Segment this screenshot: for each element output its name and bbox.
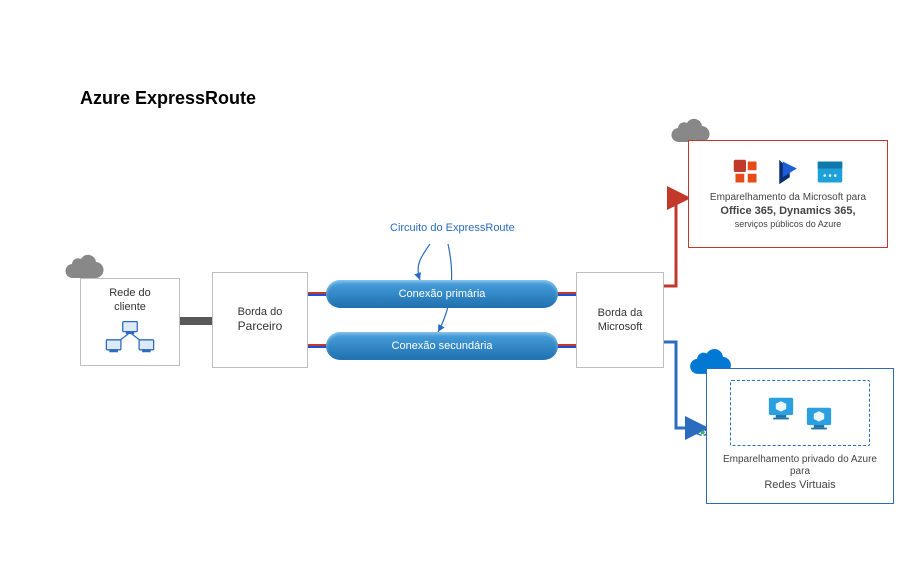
msedge-label-2: Microsoft [598,320,643,334]
ms-peering-line1: Emparelhamento da Microsoft para [704,192,872,205]
client-network-box: Rede do cliente [80,278,180,366]
partner-label-2: Parceiro [238,319,283,335]
ms-peering-line2: Office 365, Dynamics 365, [720,205,855,217]
pipe-secondary: Conexão secundária [326,332,558,360]
pipe-primary: Conexão primária [326,280,558,308]
ms-peering-line3: serviços públicos do Azure [729,219,848,230]
vm-icon [767,396,795,422]
partner-edge-box: Borda do Parceiro [212,272,308,368]
vm-icon [805,406,833,432]
az-peering-line1: Emparelhamento privado do Azure para [707,454,893,479]
diagram-canvas: Azure ExpressRoute Circuito do ExpressRo… [0,0,920,576]
circuit-label: Circuito do ExpressRoute [390,222,515,234]
client-label-2: cliente [114,300,146,314]
partner-label-1: Borda do [238,305,283,319]
dynamics-icon [774,158,802,186]
microsoft-edge-box: Borda da Microsoft [576,272,664,368]
page-title: Azure ExpressRoute [80,88,256,109]
connector-client-partner [180,317,212,325]
office-icon [732,158,760,186]
azure-private-peering-box: Emparelhamento privado do Azure para Red… [706,368,894,504]
ms-peering-icons [732,158,844,186]
browser-icon [816,158,844,186]
vnet-dashed-container [730,380,870,446]
msedge-label-1: Borda da [598,306,643,320]
az-peering-line2: Redes Virtuais [758,479,841,493]
network-icon [102,318,158,358]
microsoft-peering-box: Emparelhamento da Microsoft para Office … [688,140,888,248]
client-label-1: Rede do [109,286,151,300]
